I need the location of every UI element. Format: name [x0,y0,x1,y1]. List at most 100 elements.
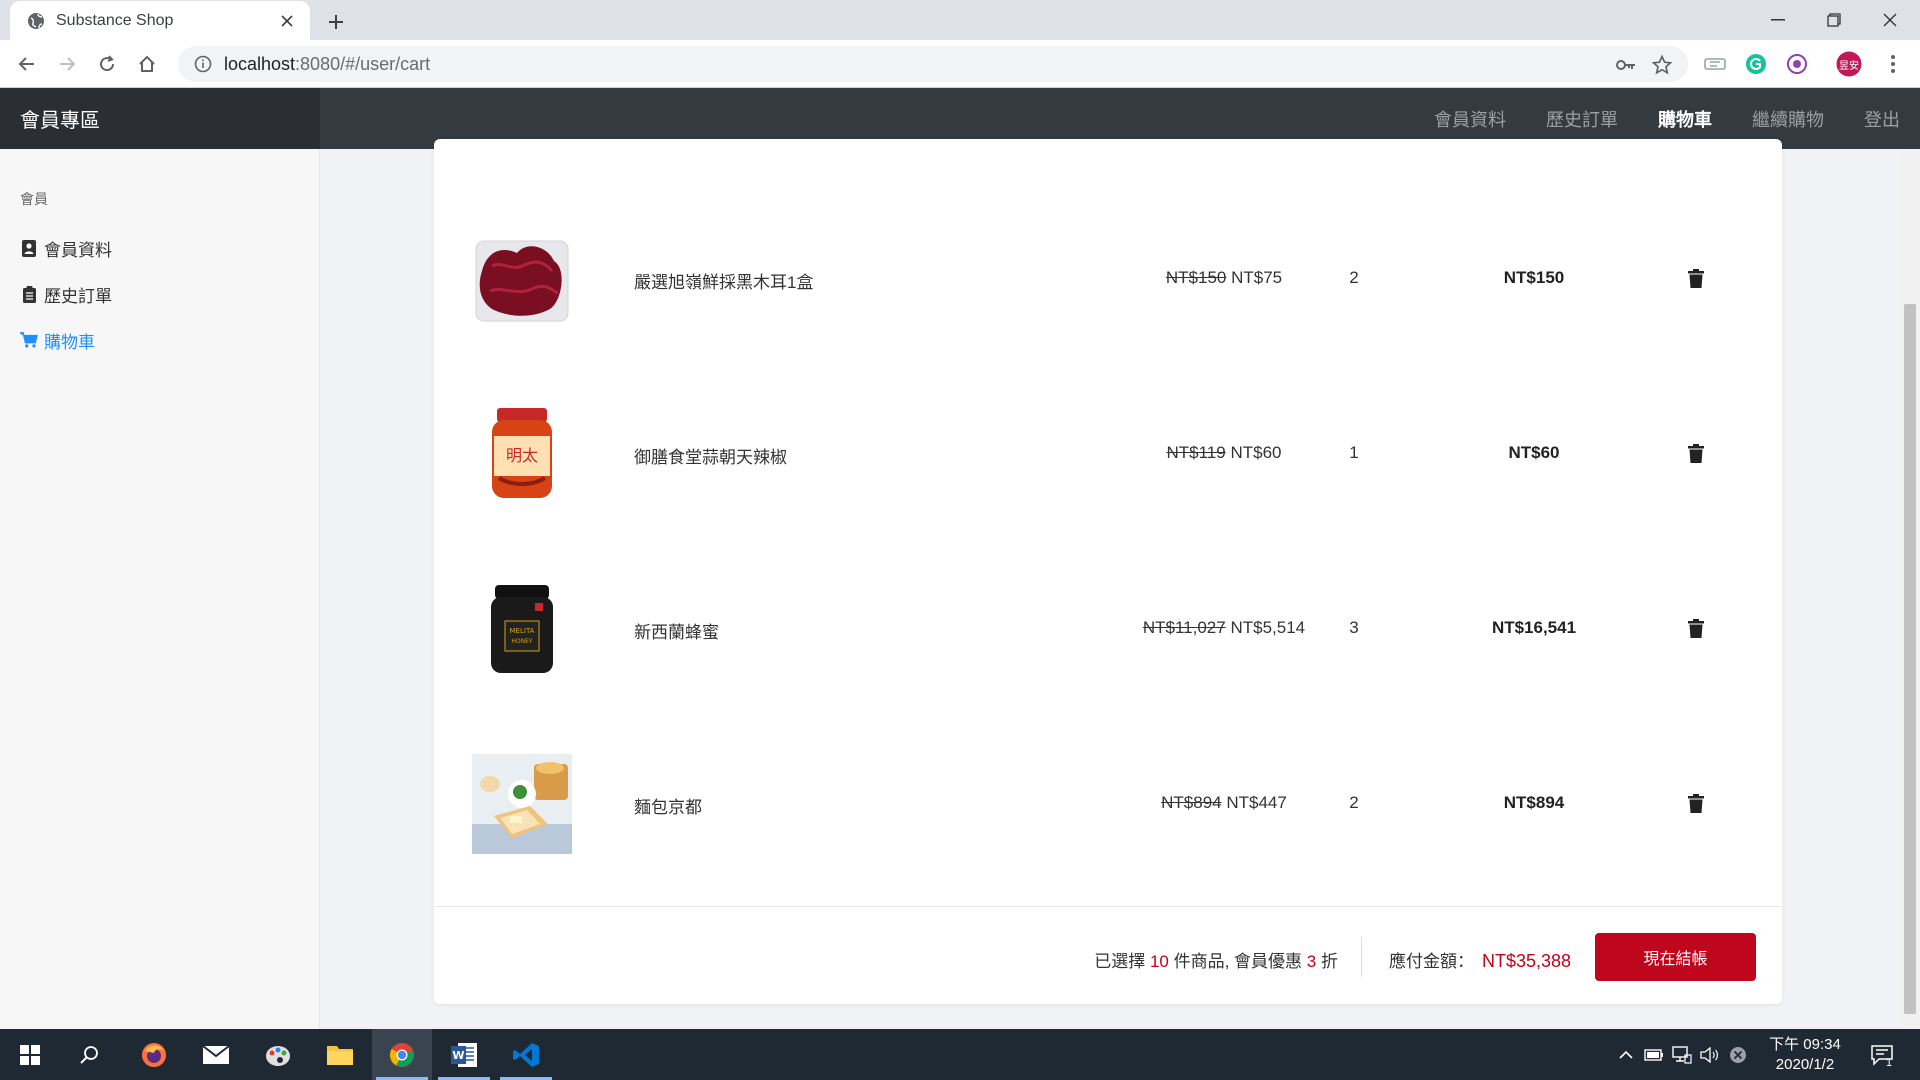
product-name[interactable]: 御膳食堂蒜朝天辣椒 [634,443,787,468]
reload-button[interactable] [92,49,122,79]
back-button[interactable] [12,49,42,79]
profile-avatar[interactable]: 昱安 [1836,51,1862,77]
minimize-button[interactable] [1750,0,1806,40]
close-window-button[interactable] [1862,0,1918,40]
extension-lens-icon[interactable] [1784,51,1810,77]
original-price: NT$119 [1166,443,1226,462]
product-quantity: 3 [1349,618,1359,637]
trash-icon[interactable] [1684,790,1708,816]
payable-amount: NT$35,388 [1482,951,1572,971]
forward-button[interactable] [52,49,82,79]
page-scrollbar[interactable] [1900,149,1920,1029]
payable-label: 應付金額： [1389,952,1474,971]
cart-summary: 已選擇 10 件商品, 會員優惠 3 折 [1094,947,1338,972]
summary-prefix: 已選擇 [1094,952,1146,971]
trash-icon[interactable] [1684,265,1708,291]
key-icon[interactable] [1614,53,1638,77]
product-subtotal: NT$60 [1508,443,1560,462]
discount-price: NT$60 [1230,443,1282,462]
member-discount: 3 [1306,952,1317,971]
nav-continue-shopping[interactable]: 繼續購物 [1752,106,1824,132]
product-name[interactable]: 麵包京都 [634,793,702,818]
cart-card: 嚴選旭嶺鮮採黑木耳1盒 NT$150 NT$75 2 NT$150 明太 御膳食… [434,139,1782,1004]
globe-icon [26,11,46,31]
nav-cart[interactable]: 購物車 [1658,106,1712,132]
original-price: NT$150 [1165,268,1227,287]
bookmark-star-icon[interactable] [1650,53,1674,77]
system-clock[interactable]: 下午 09:34 2020/1/2 [1760,1035,1850,1075]
mail-icon[interactable] [186,1029,246,1080]
svg-text:MELITA: MELITA [510,627,535,635]
sidebar-item-label: 會員資料 [44,240,112,260]
sidebar-item-cart[interactable]: 購物車 [20,317,299,363]
id-card-icon [20,239,38,257]
product-subtotal: NT$16,541 [1491,618,1577,637]
volume-icon[interactable] [1698,1029,1722,1080]
info-icon[interactable] [192,53,214,75]
firefox-icon[interactable] [124,1029,184,1080]
address-bar[interactable]: localhost:8080/#/user/cart [178,46,1688,82]
checkout-button[interactable]: 現在結帳 [1595,933,1756,981]
item-count: 10 [1149,952,1169,971]
grammarly-icon[interactable] [1743,51,1769,77]
clock-time: 下午 09:34 [1769,1036,1841,1053]
browser-toolbar: localhost:8080/#/user/cart 昱安 [0,40,1920,88]
cart-item-row: 麵包京都 NT$894 NT$447 2 NT$894 [434,716,1782,891]
extension-ticket-icon[interactable] [1702,51,1728,77]
windows-start-icon[interactable] [0,1029,60,1080]
nav-logout[interactable]: 登出 [1864,106,1900,132]
summary-suffix: 折 [1321,952,1338,971]
trash-icon[interactable] [1684,440,1708,466]
product-subtotal: NT$894 [1503,793,1565,812]
original-price: NT$11,027 [1142,618,1226,637]
taskbar: W 下午 09:34 2020/1/2 1 [0,1029,1920,1080]
file-explorer-icon[interactable] [310,1029,370,1080]
chevron-up-icon[interactable] [1614,1029,1638,1080]
discount-price: NT$5,514 [1230,618,1306,637]
brand-title[interactable]: 會員專區 [0,88,320,149]
restore-button[interactable] [1806,0,1862,40]
network-icon[interactable] [1670,1029,1694,1080]
summary-mid: 件商品, 會員優惠 [1173,952,1303,971]
browser-tab[interactable]: Substance Shop [10,1,310,40]
product-image-honey[interactable]: MELITA HONEY [471,578,573,680]
close-tab-icon[interactable] [276,10,298,32]
nav-order-history[interactable]: 歷史訂單 [1546,106,1618,132]
svg-text:HONEY: HONEY [511,638,533,645]
home-button[interactable] [132,49,162,79]
notification-count: 1 [1886,1057,1893,1069]
product-name[interactable]: 嚴選旭嶺鮮採黑木耳1盒 [634,268,813,293]
vscode-icon[interactable] [496,1029,556,1080]
notification-center-icon[interactable]: 1 [1862,1029,1902,1080]
svg-text:W: W [452,1049,464,1062]
clipboard-icon [20,285,38,303]
nav-member-info[interactable]: 會員資料 [1434,106,1506,132]
sidebar-item-label: 歷史訂單 [44,286,112,306]
new-tab-button[interactable] [322,8,350,36]
product-image-bread[interactable] [471,753,573,855]
product-name[interactable]: 新西蘭蜂蜜 [634,618,719,643]
battery-icon[interactable] [1642,1029,1666,1080]
no-connection-icon[interactable] [1726,1029,1750,1080]
main-content: 嚴選旭嶺鮮採黑木耳1盒 NT$150 NT$75 2 NT$150 明太 御膳食… [321,139,1900,1029]
sidebar-item-order-history[interactable]: 歷史訂單 [20,271,299,317]
paint-icon[interactable] [248,1029,308,1080]
trash-icon[interactable] [1684,615,1708,641]
browser-menu-icon[interactable] [1880,51,1906,77]
product-subtotal: NT$150 [1503,268,1565,287]
scrollbar-thumb[interactable] [1904,304,1916,1014]
word-icon[interactable]: W [434,1029,494,1080]
product-image-chili-sauce[interactable]: 明太 [471,403,573,505]
payable-total: 應付金額： NT$35,388 [1389,947,1571,972]
sidebar-item-member-info[interactable]: 會員資料 [20,225,299,271]
sidebar-heading: 會員 [20,191,48,207]
cart-item-row: 嚴選旭嶺鮮採黑木耳1盒 NT$150 NT$75 2 NT$150 [434,191,1782,366]
chrome-icon[interactable] [372,1029,432,1080]
cart-item-row: MELITA HONEY 新西蘭蜂蜜 NT$11,027 NT$5,514 3 N… [434,541,1782,716]
cart-item-row: 明太 御膳食堂蒜朝天辣椒 NT$119 NT$60 1 NT$60 [434,366,1782,541]
product-image-wood-ear[interactable] [471,228,573,330]
search-icon[interactable] [60,1029,120,1080]
product-quantity: 2 [1349,268,1359,287]
sidebar-item-label: 購物車 [44,332,95,352]
discount-price: NT$75 [1231,268,1283,287]
